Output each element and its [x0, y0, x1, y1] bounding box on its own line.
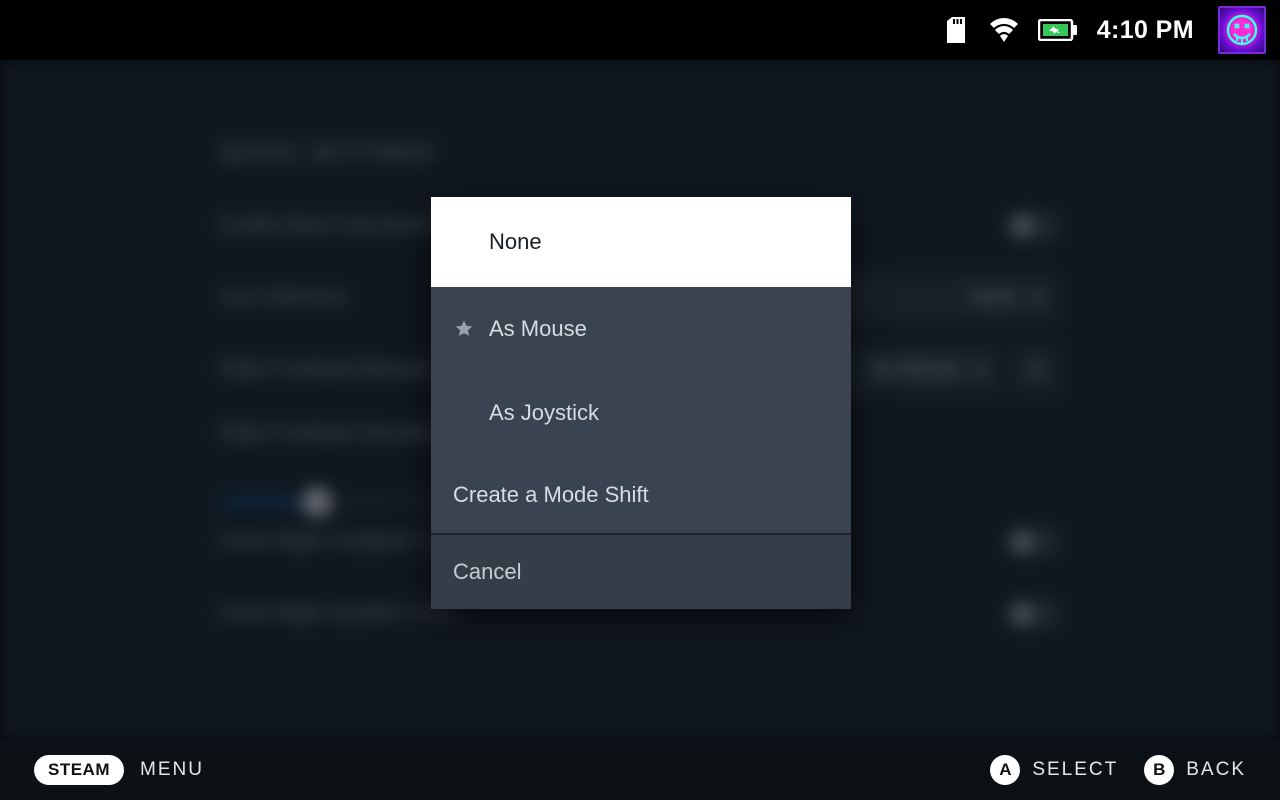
- mode-shift-label: Create a Mode Shift: [453, 482, 649, 508]
- steam-button[interactable]: STEAM: [34, 755, 124, 785]
- wifi-icon: [989, 15, 1019, 45]
- hint-label: BACK: [1186, 759, 1246, 781]
- steam-label: STEAM: [48, 760, 110, 779]
- avatar[interactable]: [1218, 6, 1266, 54]
- b-button-icon: B: [1144, 755, 1174, 785]
- create-mode-shift[interactable]: Create a Mode Shift: [431, 455, 851, 533]
- cancel-button[interactable]: Cancel: [431, 535, 851, 609]
- status-bar: 4:10 PM: [0, 0, 1280, 60]
- option-label: As Joystick: [489, 400, 599, 426]
- a-button-icon: A: [990, 755, 1020, 785]
- option-label: As Mouse: [489, 316, 587, 342]
- option-as-mouse[interactable]: As Mouse: [431, 287, 851, 371]
- menu-label: MENU: [140, 759, 204, 781]
- clock: 4:10 PM: [1097, 16, 1194, 45]
- option-none[interactable]: None: [431, 197, 851, 287]
- option-as-joystick[interactable]: As Joystick: [431, 371, 851, 455]
- hint-label: SELECT: [1032, 759, 1118, 781]
- hint-select: A SELECT: [990, 755, 1118, 785]
- battery-icon: [1037, 15, 1079, 45]
- star-icon: [453, 318, 475, 340]
- hint-back: B BACK: [1144, 755, 1246, 785]
- option-label: None: [489, 229, 542, 255]
- cancel-label: Cancel: [453, 559, 521, 585]
- footer-bar: STEAM MENU A SELECT B BACK: [0, 740, 1280, 800]
- gyro-behavior-picker: None As Mouse As Joystick Create a Mode …: [431, 197, 851, 609]
- sd-card-icon: [941, 15, 971, 45]
